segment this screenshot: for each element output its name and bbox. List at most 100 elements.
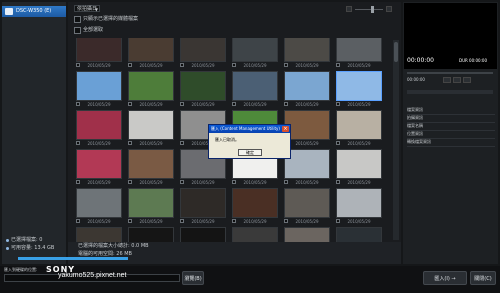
storage-info: 已選擇檔案: 0 可用容量: 13.4 GB bbox=[6, 238, 66, 254]
thumbnail-caption: 2010/05/29 bbox=[191, 219, 215, 224]
thumbnail-caption: 2010/05/29 bbox=[87, 219, 111, 224]
zoom-out-icon[interactable] bbox=[346, 6, 352, 12]
thumbnail[interactable] bbox=[128, 188, 174, 218]
device-panel: DSC-W350 (E) 已選擇檔案: 0 可用容量: 13.4 GB bbox=[2, 2, 66, 264]
thumbnail[interactable] bbox=[232, 188, 278, 218]
thumbnail[interactable] bbox=[76, 188, 122, 218]
zoom-handle[interactable] bbox=[371, 6, 374, 13]
volume-bar[interactable] bbox=[407, 90, 493, 94]
next-icon[interactable] bbox=[463, 77, 471, 83]
thumbnail[interactable] bbox=[336, 227, 382, 242]
sort-select[interactable]: 依拍攝日 ▼ bbox=[74, 5, 100, 12]
thumbnail-caption: 2010/05/29 bbox=[139, 63, 163, 68]
select-all-checkbox[interactable] bbox=[74, 27, 81, 34]
zoom-in-icon[interactable] bbox=[386, 6, 392, 12]
info-list-item[interactable]: 拍攝資訊 bbox=[407, 115, 495, 123]
thumbnail[interactable] bbox=[76, 149, 122, 179]
import-button[interactable]: 匯入(I) → bbox=[423, 271, 467, 285]
thumbnail-caption: 2010/05/29 bbox=[347, 219, 371, 224]
thumbnail[interactable] bbox=[180, 38, 226, 62]
thumbnail[interactable] bbox=[128, 38, 174, 62]
summary-bar: 已選擇的檔案大小總計: 0.0 MB 電腦的可用空間: 26 MB bbox=[18, 242, 401, 264]
prev-icon[interactable] bbox=[443, 77, 451, 83]
thumbnail[interactable] bbox=[284, 227, 330, 242]
thumbnail[interactable] bbox=[180, 71, 226, 101]
info-dot-icon bbox=[6, 247, 9, 250]
close-icon[interactable]: × bbox=[282, 126, 289, 132]
thumbnail-caption: 2010/05/29 bbox=[243, 63, 267, 68]
preview-screen: 00:00:00 DUR 00:00:00 bbox=[404, 3, 497, 69]
thumbnail[interactable] bbox=[76, 110, 122, 140]
thumbnail-caption: 2010/05/29 bbox=[347, 63, 371, 68]
dialog-title: 匯入 (Content Management Utility) bbox=[211, 126, 280, 131]
thumbnail[interactable] bbox=[336, 38, 382, 62]
thumbnail-caption: 2010/05/29 bbox=[87, 180, 111, 185]
time-duration: DUR 00:00:00 bbox=[459, 58, 488, 63]
thumbnail-caption: 2010/05/29 bbox=[191, 63, 215, 68]
thumbnail[interactable] bbox=[284, 38, 330, 62]
only-selected-option[interactable]: 只顯示已選擇的媒體檔案 bbox=[74, 16, 138, 23]
thumbnail-caption: 2010/05/29 bbox=[139, 219, 163, 224]
thumbnail[interactable] bbox=[128, 71, 174, 101]
thumbnail-caption: 2010/05/29 bbox=[139, 102, 163, 107]
thumbnail[interactable] bbox=[284, 71, 330, 101]
capacity-bar bbox=[18, 257, 128, 260]
thumbnail-caption: 2010/05/29 bbox=[295, 63, 319, 68]
thumbnail[interactable] bbox=[284, 188, 330, 218]
browse-button[interactable]: 瀏覽(B) bbox=[182, 271, 204, 285]
dialog-titlebar: 匯入 (Content Management Utility) × bbox=[209, 125, 290, 133]
footer: 匯入到硬碟的位置: SONY yakumo525.pixnet.net 瀏覽(B… bbox=[0, 266, 500, 293]
only-selected-checkbox[interactable] bbox=[74, 16, 81, 23]
thumbnail[interactable] bbox=[336, 71, 382, 101]
thumbnail-caption: 2010/05/29 bbox=[295, 180, 319, 185]
thumbnail[interactable] bbox=[180, 227, 226, 242]
thumbnail-caption: 2010/05/29 bbox=[87, 102, 111, 107]
info-list: 檔案資訊 拍攝資訊 檔案名稱 位置資訊 轉換檔案資訊 bbox=[407, 107, 495, 147]
thumbnail-caption: 2010/05/29 bbox=[347, 141, 371, 146]
thumbnail-caption: 2010/05/29 bbox=[347, 102, 371, 107]
thumbnail-caption: 2010/05/29 bbox=[243, 102, 267, 107]
zoom-slider[interactable] bbox=[355, 9, 383, 10]
thumbnail[interactable] bbox=[128, 110, 174, 140]
thumbnail[interactable] bbox=[232, 38, 278, 62]
info-list-item[interactable]: 檔案名稱 bbox=[407, 123, 495, 131]
thumbnail-caption: 2010/05/29 bbox=[347, 180, 371, 185]
info-list-item[interactable]: 位置資訊 bbox=[407, 131, 495, 139]
thumbnail-caption: 2010/05/29 bbox=[191, 180, 215, 185]
thumbnail[interactable] bbox=[232, 227, 278, 242]
scrollbar[interactable] bbox=[393, 40, 399, 240]
thumbnail[interactable] bbox=[76, 38, 122, 62]
thumbnail-caption: 2010/05/29 bbox=[191, 102, 215, 107]
only-selected-label: 只顯示已選擇的媒體檔案 bbox=[83, 16, 139, 22]
info-list-item[interactable]: 檔案資訊 bbox=[407, 107, 495, 115]
close-button[interactable]: 關閉(C) bbox=[470, 271, 496, 285]
thumbnail[interactable] bbox=[180, 188, 226, 218]
preview-panel: 00:00:00 DUR 00:00:00 00:00:00 檔案資訊 拍攝資訊檔… bbox=[403, 2, 498, 264]
info-list-item[interactable]: 轉換檔案資訊 bbox=[407, 139, 495, 147]
thumbnail-caption: 2010/05/29 bbox=[139, 141, 163, 146]
info-dot-icon bbox=[6, 239, 9, 242]
thumbnail-caption: 2010/05/29 bbox=[243, 180, 267, 185]
thumbnail[interactable] bbox=[336, 110, 382, 140]
select-all-option[interactable]: 全部選取 bbox=[74, 27, 103, 34]
thumbnail-caption: 2010/05/29 bbox=[295, 219, 319, 224]
thumbnail[interactable] bbox=[336, 188, 382, 218]
ok-button[interactable]: 確定 bbox=[238, 149, 262, 156]
thumbnail[interactable] bbox=[76, 227, 122, 242]
play-icon[interactable] bbox=[453, 77, 461, 83]
thumbnail[interactable] bbox=[336, 149, 382, 179]
thumbnail-caption: 2010/05/29 bbox=[243, 219, 267, 224]
total-size: 已選擇的檔案大小總計: 0.0 MB bbox=[78, 243, 149, 249]
thumbnail[interactable] bbox=[76, 71, 122, 101]
device-label: DSC-W350 (E) bbox=[16, 8, 52, 14]
thumbnail[interactable] bbox=[232, 71, 278, 101]
scrollbar-thumb[interactable] bbox=[394, 42, 398, 62]
toolbar: 依拍攝日 ▼ 只顯示已選擇的媒體檔案 全部選取 bbox=[68, 2, 401, 38]
thumbnail-caption: 2010/05/29 bbox=[139, 180, 163, 185]
thumbnail[interactable] bbox=[128, 149, 174, 179]
thumbnail[interactable] bbox=[128, 227, 174, 242]
import-dialog: 匯入 (Content Management Utility) × 匯入已取消。… bbox=[208, 124, 291, 159]
seek-bar[interactable] bbox=[407, 72, 493, 74]
device-item[interactable]: DSC-W350 (E) bbox=[2, 6, 66, 17]
camera-icon bbox=[5, 8, 13, 15]
